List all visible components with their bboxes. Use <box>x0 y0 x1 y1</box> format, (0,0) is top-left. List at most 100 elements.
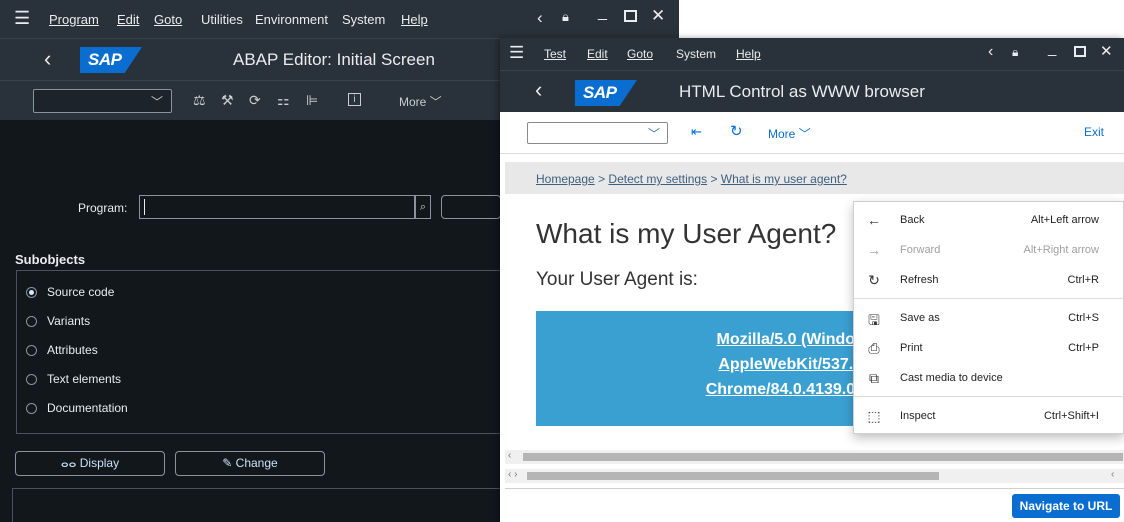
breadcrumb-user-agent[interactable]: What is my user agent? <box>721 172 847 186</box>
minimize-icon[interactable]: _ <box>598 4 607 22</box>
create-button[interactable] <box>441 195 501 219</box>
breadcrumb-detect-settings[interactable]: Detect my settings <box>608 172 707 186</box>
ctx-shortcut: Ctrl+P <box>1068 342 1099 354</box>
hierarchy-icon[interactable]: ⚏ <box>277 92 290 109</box>
display-button[interactable]: ⴰⴰ Display <box>15 451 165 476</box>
status-bar <box>12 488 502 522</box>
back-chevron-icon[interactable]: ‹ <box>44 46 51 72</box>
arrow-right-icon: → <box>867 242 881 258</box>
chevron-left-icon[interactable]: ‹ <box>988 43 993 61</box>
menu-utilities[interactable]: Utilities <box>201 12 243 27</box>
ctx-label: Inspect <box>900 410 936 422</box>
refresh-icon[interactable]: ↻ <box>730 122 743 140</box>
scroll-left-icon[interactable]: ‹ › <box>508 469 517 480</box>
radio-source-code[interactable]: Source code <box>26 285 114 299</box>
menu-edit-2[interactable]: Edit <box>587 47 608 61</box>
radio-icon <box>26 316 37 327</box>
program-input[interactable] <box>139 195 415 219</box>
breadcrumb: Homepage > Detect my settings > What is … <box>505 162 1124 194</box>
text-cursor <box>144 199 145 215</box>
toolbar-2: ﹀ ⇤ ↻ More ﹀ Exit <box>500 112 1124 154</box>
ctx-divider <box>854 298 1124 299</box>
ctx-shortcut: Alt+Right arrow <box>1023 244 1099 256</box>
page-title: HTML Control as WWW browser <box>679 82 925 101</box>
ctx-inspect[interactable]: ⬚ Inspect Ctrl+Shift+I <box>854 403 1124 429</box>
radio-label: Variants <box>47 314 91 328</box>
subobjects-title: Subobjects <box>15 252 86 267</box>
title-bar-2: ‹ SAP HTML Control as WWW browser <box>500 70 1124 112</box>
breadcrumb-separator: > <box>710 172 721 186</box>
radio-attributes[interactable]: Attributes <box>26 343 98 357</box>
ctx-label: Cast media to device <box>900 372 1003 384</box>
menu-environment[interactable]: Environment <box>255 12 328 27</box>
menu-system-2[interactable]: System <box>676 47 716 61</box>
command-field-dropdown[interactable]: ﹀ <box>527 122 668 144</box>
lock-icon[interactable]: 🔒︎ <box>562 9 569 25</box>
maximize-icon[interactable] <box>1074 46 1086 57</box>
chevron-down-icon: ﹀ <box>150 95 163 109</box>
ctx-save-as[interactable]: 🖫︎ Save as Ctrl+S <box>854 305 1124 331</box>
more-menu[interactable]: More ﹀ <box>399 93 442 110</box>
radio-label: Source code <box>47 285 115 299</box>
navigate-to-url-button[interactable]: Navigate to URL <box>1012 494 1120 518</box>
horizontal-scrollbar[interactable]: ‹ <box>505 450 1124 464</box>
ctx-shortcut: Ctrl+R <box>1067 274 1099 286</box>
sap-logo: SAP <box>575 80 637 106</box>
radio-documentation[interactable]: Documentation <box>26 401 128 415</box>
glasses-icon: ⴰⴰ <box>60 456 77 470</box>
scrollbar-thumb[interactable] <box>527 472 939 480</box>
more-menu[interactable]: More ﹀ <box>768 125 811 142</box>
radio-text-elements[interactable]: Text elements <box>26 372 121 386</box>
first-page-icon[interactable]: ⇤ <box>691 124 702 140</box>
change-button[interactable]: ✎ Change <box>175 451 325 476</box>
menu-test[interactable]: Test <box>544 47 566 61</box>
ctx-cast[interactable]: ⧉ Cast media to device <box>854 365 1124 391</box>
ctx-shortcut: Ctrl+Shift+I <box>1043 410 1099 422</box>
object-list-icon[interactable]: ⊫ <box>306 92 318 109</box>
breadcrumb-homepage[interactable]: Homepage <box>536 172 595 186</box>
maximize-icon[interactable] <box>624 10 637 22</box>
menu-system[interactable]: System <box>342 12 385 27</box>
ctx-print[interactable]: ⎙ Print Ctrl+P <box>854 335 1124 361</box>
hamburger-menu-icon[interactable]: ☰ <box>14 8 30 29</box>
pencil-icon: ✎ <box>222 456 233 470</box>
display-button-label: Display <box>79 456 120 470</box>
horizontal-scrollbar-2[interactable]: ‹ › ‹ <box>505 469 1124 483</box>
exit-button[interactable]: Exit <box>1084 125 1104 139</box>
ctx-refresh[interactable]: ↻ Refresh Ctrl+R <box>854 267 1124 293</box>
scrollbar-thumb[interactable] <box>523 453 1123 461</box>
ctx-back[interactable]: ← Back Alt+Left arrow <box>854 207 1124 233</box>
chevron-down-icon: ﹀ <box>647 127 660 141</box>
radio-icon <box>26 345 37 356</box>
ctx-label: Save as <box>900 312 940 324</box>
change-button-label: Change <box>235 456 278 470</box>
back-chevron-icon[interactable]: ‹ <box>535 77 542 103</box>
scroll-right-icon[interactable]: ‹ <box>1111 469 1114 480</box>
hamburger-menu-icon[interactable]: ☰ <box>509 43 524 63</box>
menu-program[interactable]: Program <box>49 12 99 27</box>
radio-label: Attributes <box>47 343 98 357</box>
lock-icon[interactable]: 🔒︎ <box>1012 45 1018 60</box>
refresh-icon: ↻ <box>868 272 880 288</box>
page-subheading: Your User Agent is: <box>536 269 698 290</box>
tools-icon[interactable]: ⚒ <box>221 92 234 109</box>
close-icon[interactable]: ✕ <box>1100 42 1113 60</box>
menu-goto-2[interactable]: Goto <box>627 47 653 61</box>
close-icon[interactable]: ✕ <box>651 6 665 26</box>
radio-variants[interactable]: Variants <box>26 314 90 328</box>
command-field-dropdown[interactable]: ﹀ <box>33 89 172 113</box>
chevron-left-icon[interactable]: ‹ <box>537 8 543 28</box>
scroll-left-icon[interactable]: ‹ <box>508 450 511 461</box>
menu-goto[interactable]: Goto <box>154 12 182 27</box>
ctx-label: Back <box>900 214 925 226</box>
menu-help-2[interactable]: Help <box>736 47 761 61</box>
menu-help[interactable]: Help <box>401 12 428 27</box>
test-icon[interactable]: ⚖ <box>193 92 206 109</box>
value-help-icon[interactable]: ⌕ <box>415 195 431 219</box>
minimize-icon[interactable]: _ <box>1048 40 1056 57</box>
where-used-icon[interactable]: ⟳ <box>249 92 261 109</box>
menu-edit[interactable]: Edit <box>117 12 139 27</box>
page-title: ABAP Editor: Initial Screen <box>233 50 435 69</box>
info-icon[interactable]: i <box>348 93 361 106</box>
radio-icon <box>26 374 37 385</box>
